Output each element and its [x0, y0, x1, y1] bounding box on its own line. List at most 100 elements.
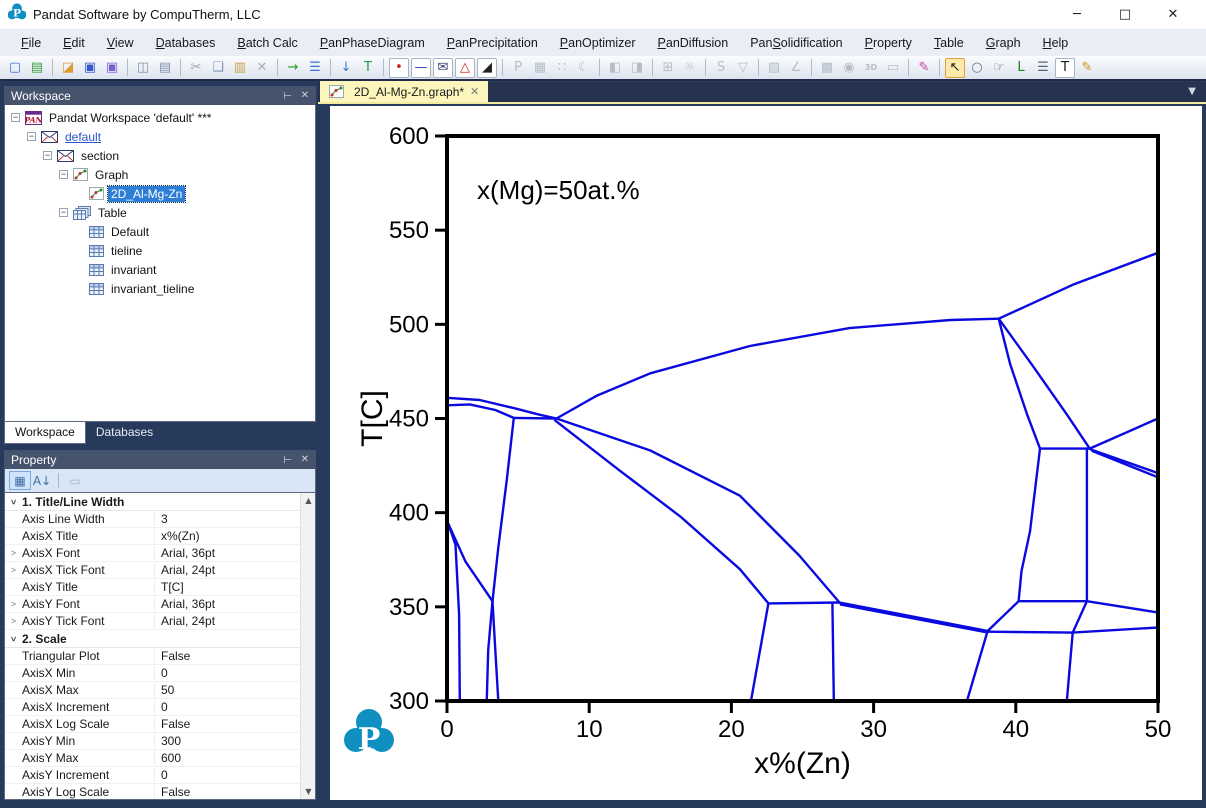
menu-property[interactable]: Property	[854, 32, 923, 54]
graph-canvas[interactable]: 01020304050300350400450500550600x%(Zn)T[…	[330, 106, 1202, 800]
section-calculation-icon[interactable]: ✉	[433, 58, 453, 78]
expander-icon[interactable]: −	[43, 151, 52, 160]
property-row-axisy-min[interactable]: AxisY Min300	[5, 733, 300, 750]
minimize-button[interactable]: ─	[1066, 7, 1088, 22]
tree-item-table[interactable]: −Table	[5, 203, 315, 222]
legend-tool-icon[interactable]: L	[1011, 58, 1031, 78]
line-calculation-icon[interactable]: —	[411, 58, 431, 78]
legend-options-icon[interactable]: ☰	[1033, 58, 1053, 78]
tab-overflow-icon[interactable]: ▼	[1188, 86, 1196, 97]
menu-databases[interactable]: Databases	[145, 32, 227, 54]
batch-options-icon[interactable]: ☰	[305, 58, 325, 78]
property-row-axisx-increment[interactable]: AxisX Increment0	[5, 699, 300, 716]
close-panel-icon[interactable]: ✕	[301, 454, 309, 465]
menu-panoptimizer[interactable]: PanOptimizer	[549, 32, 647, 54]
property-value[interactable]: 50	[154, 683, 300, 697]
import-database-icon[interactable]: ↓	[336, 58, 356, 78]
menu-pandiffusion[interactable]: PanDiffusion	[647, 32, 740, 54]
point-calculation-icon[interactable]: •	[389, 58, 409, 78]
scroll-down-icon[interactable]: ▼	[301, 784, 316, 799]
property-value[interactable]: False	[154, 649, 300, 663]
open-file-icon[interactable]: ◪	[58, 58, 78, 78]
text-tool-icon[interactable]: T	[1055, 58, 1075, 78]
property-value[interactable]: 0	[154, 768, 300, 782]
tree-item-tieline[interactable]: tieline	[5, 241, 315, 260]
property-row-axisy-title[interactable]: AxisY TitleT[C]	[5, 579, 300, 596]
property-value[interactable]: 600	[154, 751, 300, 765]
edit-pencil-icon[interactable]: ✎	[1077, 58, 1097, 78]
property-value[interactable]: 3	[154, 512, 300, 526]
open-workspace-icon[interactable]: ▤	[27, 58, 47, 78]
save-icon[interactable]: ▣	[80, 58, 100, 78]
cut-icon[interactable]: ✂	[186, 58, 206, 78]
property-value[interactable]: Arial, 36pt	[154, 597, 300, 611]
pin-icon[interactable]: ⊥	[281, 455, 292, 464]
graph-document-tab[interactable]: 2D_Al-Mg-Zn.graph* ✕	[320, 81, 488, 102]
close-tab-icon[interactable]: ✕	[470, 85, 479, 98]
property-value[interactable]: Arial, 24pt	[154, 563, 300, 577]
property-row-axisx-max[interactable]: AxisX Max50	[5, 682, 300, 699]
property-section-2-scale[interactable]: >2. Scale	[5, 630, 300, 648]
property-value[interactable]: 300	[154, 734, 300, 748]
menu-edit[interactable]: Edit	[52, 32, 96, 54]
tree-item-pandat-workspace-default-[interactable]: −PANPandat Workspace 'default' ***	[5, 108, 315, 127]
tree-item-default[interactable]: −default	[5, 127, 315, 146]
property-row-axisy-increment[interactable]: AxisY Increment0	[5, 767, 300, 784]
property-scrollbar[interactable]: ▲ ▼	[300, 493, 315, 799]
menu-panprecipitation[interactable]: PanPrecipitation	[436, 32, 549, 54]
tree-item-invariant[interactable]: invariant	[5, 260, 315, 279]
menu-pansolidification[interactable]: PanSolidification	[739, 32, 853, 54]
property-row-axisy-log-scale[interactable]: AxisY Log ScaleFalse	[5, 784, 300, 800]
triangle-calculation-icon[interactable]: △	[455, 58, 475, 78]
new-workspace-icon[interactable]: ▢	[5, 58, 25, 78]
tree-item-2d-al-mg-zn[interactable]: 2D_Al-Mg-Zn	[5, 184, 315, 203]
copy-icon[interactable]: ❏	[208, 58, 228, 78]
property-value[interactable]: Arial, 36pt	[154, 546, 300, 560]
property-row-axisy-max[interactable]: AxisY Max600	[5, 750, 300, 767]
menu-view[interactable]: View	[96, 32, 145, 54]
menu-file[interactable]: File	[10, 32, 52, 54]
property-section-1-title-line-width[interactable]: >1. Title/Line Width	[5, 493, 300, 511]
menu-table[interactable]: Table	[923, 32, 975, 54]
tree-item-graph[interactable]: −Graph	[5, 165, 315, 184]
tab-workspace[interactable]: Workspace	[4, 422, 86, 444]
tree-item-default[interactable]: Default	[5, 222, 315, 241]
save-all-icon[interactable]: ▣	[102, 58, 122, 78]
expander-icon[interactable]: −	[59, 208, 68, 217]
graph-settings-icon[interactable]: ✎	[914, 58, 934, 78]
expander-icon[interactable]: −	[27, 132, 36, 141]
menu-panphasediagram[interactable]: PanPhaseDiagram	[309, 32, 436, 54]
tree-item-invariant-tieline[interactable]: invariant_tieline	[5, 279, 315, 298]
menu-batch-calc[interactable]: Batch Calc	[226, 32, 308, 54]
delete-icon[interactable]: ✕	[252, 58, 272, 78]
pin-icon[interactable]: ⊥	[281, 91, 292, 100]
property-row-axis-line-width[interactable]: Axis Line Width3	[5, 511, 300, 528]
scroll-up-icon[interactable]: ▲	[301, 493, 316, 508]
maximize-button[interactable]: □	[1114, 7, 1136, 22]
paste-icon[interactable]: ▥	[230, 58, 250, 78]
property-row-axisx-font[interactable]: >AxisX FontArial, 36pt	[5, 545, 300, 562]
property-value[interactable]: Arial, 24pt	[154, 614, 300, 628]
expander-icon[interactable]: −	[11, 113, 20, 122]
property-row-triangular-plot[interactable]: Triangular PlotFalse	[5, 648, 300, 665]
property-value[interactable]: T[C]	[154, 580, 300, 594]
close-panel-icon[interactable]: ✕	[301, 90, 309, 101]
property-row-axisx-min[interactable]: AxisX Min0	[5, 665, 300, 682]
tdb-viewer-icon[interactable]: T	[358, 58, 378, 78]
menu-help[interactable]: Help	[1032, 32, 1080, 54]
property-value[interactable]: x%(Zn)	[154, 529, 300, 543]
tree-item-section[interactable]: −section	[5, 146, 315, 165]
print-preview-icon[interactable]: ◫	[133, 58, 153, 78]
property-value[interactable]: 0	[154, 666, 300, 680]
expander-icon[interactable]: −	[59, 170, 68, 179]
property-row-axisy-tick-font[interactable]: >AxisY Tick FontArial, 24pt	[5, 613, 300, 630]
property-row-axisx-log-scale[interactable]: AxisX Log ScaleFalse	[5, 716, 300, 733]
zoom-tool-icon[interactable]: ○	[967, 58, 987, 78]
select-cursor-icon[interactable]: ↖	[945, 58, 965, 78]
property-value[interactable]: False	[154, 785, 300, 799]
alphabetical-icon[interactable]: A↓	[31, 471, 53, 490]
close-button[interactable]: ✕	[1162, 7, 1184, 22]
menu-graph[interactable]: Graph	[975, 32, 1032, 54]
categorized-icon[interactable]: ▦	[9, 471, 31, 490]
property-row-axisy-font[interactable]: >AxisY FontArial, 36pt	[5, 596, 300, 613]
